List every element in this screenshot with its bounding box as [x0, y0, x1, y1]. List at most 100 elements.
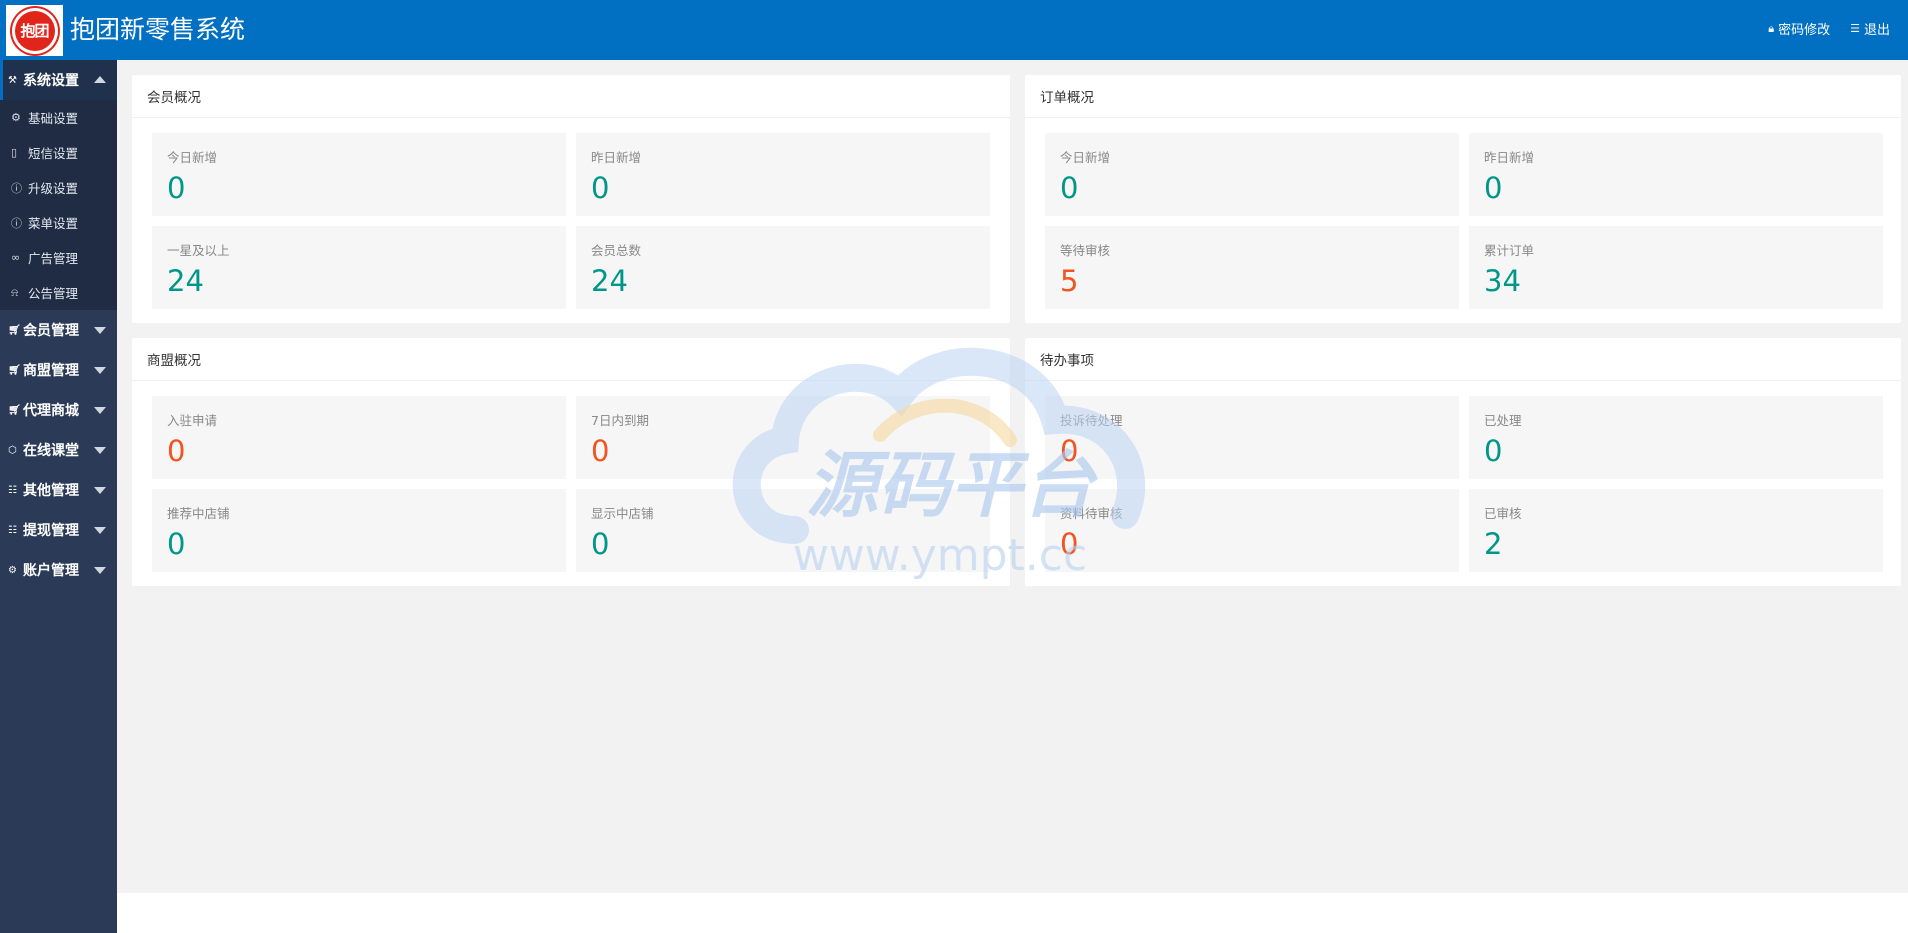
nav-label: 在线课堂 [23, 443, 79, 459]
menu-icon: ☰ [1850, 22, 1860, 35]
tools-icon: ⚒ [8, 74, 17, 86]
nav-item-label: 菜单设置 [28, 216, 79, 231]
stat-value: 24 [167, 264, 204, 298]
app-title: 抱团新零售系统 [70, 15, 246, 44]
stat-label: 等待审核 [1060, 243, 1111, 258]
lock-icon: 🔒︎ [1768, 21, 1775, 35]
top-header: 抱团 抱团新零售系统 🔒︎ 密码修改 ☰ 退出 [0, 0, 1908, 60]
nav-item-ad-management[interactable]: ∞ 广告管理 [0, 240, 117, 275]
stat-value: 0 [1060, 434, 1079, 468]
nav-label: 提现管理 [23, 523, 79, 539]
doc-icon: ☷ [8, 524, 17, 536]
stat-label: 资料待审核 [1060, 506, 1123, 521]
stat-value: 0 [591, 527, 610, 561]
nav-item-sms-settings[interactable]: ▯ 短信设置 [0, 135, 117, 170]
stat-value: 0 [167, 434, 186, 468]
footer-area [117, 893, 1908, 933]
cube-icon: ⬡ [8, 444, 17, 456]
change-password-link[interactable]: 🔒︎ 密码修改 [1768, 19, 1831, 39]
nav-label: 商盟管理 [23, 363, 79, 379]
stat-value: 0 [1060, 171, 1079, 205]
nav-other-management[interactable]: ☷ 其他管理 [0, 470, 117, 510]
panel-title: 订单概况 [1025, 75, 1901, 118]
stat-value: 0 [591, 171, 610, 205]
gear-icon: ⚙ [8, 564, 17, 576]
stat-label: 推荐中店铺 [167, 506, 230, 521]
nav-member-management[interactable]: 🛒︎ 会员管理 [0, 310, 117, 350]
panel-title: 待办事项 [1025, 338, 1901, 381]
stat-card: 7日内到期 0 [576, 396, 990, 479]
cart-icon: 🛒︎ [8, 364, 21, 376]
chevron-down-icon [94, 367, 106, 374]
nav-item-notice-management[interactable]: ⍾ 公告管理 [0, 275, 117, 310]
chevron-down-icon [94, 407, 106, 414]
upgrade-icon: ⓘ [11, 181, 22, 195]
stat-label: 会员总数 [591, 243, 642, 258]
nav-item-basic-settings[interactable]: ⚙ 基础设置 [0, 100, 117, 135]
panel-title: 会员概况 [132, 75, 1010, 118]
panel-todo: 待办事项 投诉待处理 0 已处理 0 资料待审核 0 已审核 2 [1025, 338, 1901, 586]
nav-item-label: 基础设置 [28, 111, 79, 126]
chevron-down-icon [94, 567, 106, 574]
change-password-label: 密码修改 [1778, 23, 1831, 38]
nav-withdraw-management[interactable]: ☷ 提现管理 [0, 510, 117, 550]
stat-label: 入驻申请 [167, 413, 218, 428]
nav-online-classroom[interactable]: ⬡ 在线课堂 [0, 430, 117, 470]
nav-item-label: 公告管理 [28, 286, 79, 301]
stat-label: 昨日新增 [1484, 150, 1535, 165]
doc-icon: ☷ [8, 484, 17, 496]
nav-agent-mall[interactable]: 🛒︎ 代理商城 [0, 390, 117, 430]
stat-value: 0 [1484, 171, 1503, 205]
nav-submenu-system-settings: ⚙ 基础设置 ▯ 短信设置 ⓘ 升级设置 ⓘ 菜单设置 ∞ 广告管理 ⍾ 公告管… [0, 100, 117, 310]
nav-label: 系统设置 [23, 73, 79, 89]
stat-card: 累计订单 34 [1469, 226, 1883, 309]
stat-value: 34 [1484, 264, 1521, 298]
stat-value: 0 [167, 527, 186, 561]
stat-card: 昨日新增 0 [1469, 133, 1883, 216]
nav-item-label: 短信设置 [28, 146, 79, 161]
nav-item-menu-settings[interactable]: ⓘ 菜单设置 [0, 205, 117, 240]
logo[interactable]: 抱团 [6, 5, 63, 56]
stat-value: 0 [1484, 434, 1503, 468]
stat-card: 已处理 0 [1469, 396, 1883, 479]
nav-item-label: 升级设置 [28, 181, 79, 196]
stat-value: 0 [1060, 527, 1079, 561]
chevron-down-icon [94, 327, 106, 334]
nav-label: 账户管理 [23, 563, 79, 579]
stat-card: 投诉待处理 0 [1045, 396, 1459, 479]
stat-label: 今日新增 [1060, 150, 1111, 165]
logout-label: 退出 [1863, 23, 1890, 38]
chevron-down-icon [94, 527, 106, 534]
nav-system-settings[interactable]: ⚒ 系统设置 [0, 60, 117, 100]
nav-item-label: 广告管理 [28, 251, 79, 266]
sidebar: ⚒ 系统设置 ⚙ 基础设置 ▯ 短信设置 ⓘ 升级设置 ⓘ 菜单设置 ∞ 广告管… [0, 60, 117, 933]
stat-card: 已审核 2 [1469, 489, 1883, 572]
cart-icon: 🛒︎ [8, 324, 21, 336]
stat-label: 显示中店铺 [591, 506, 654, 521]
upgrade-icon: ⓘ [11, 216, 22, 230]
nav-account-management[interactable]: ⚙ 账户管理 [0, 550, 117, 590]
stat-value: 0 [591, 434, 610, 468]
phone-icon: ▯ [11, 146, 18, 159]
nav-item-upgrade-settings[interactable]: ⓘ 升级设置 [0, 170, 117, 205]
bell-icon: ⍾ [11, 285, 19, 299]
gear-icon: ⚙ [11, 111, 21, 124]
stat-label: 一星及以上 [167, 243, 230, 258]
stat-label: 累计订单 [1484, 243, 1535, 258]
stat-label: 已处理 [1484, 413, 1522, 428]
panel-order-overview: 订单概况 今日新增 0 昨日新增 0 等待审核 5 累计订单 34 [1025, 75, 1901, 323]
link-icon: ∞ [11, 251, 21, 264]
stat-label: 投诉待处理 [1060, 413, 1123, 428]
logout-link[interactable]: ☰ 退出 [1850, 19, 1890, 38]
stat-label: 今日新增 [167, 150, 218, 165]
panel-title: 商盟概况 [132, 338, 1010, 381]
chevron-up-icon [94, 76, 106, 83]
stat-card: 推荐中店铺 0 [152, 489, 566, 572]
nav-label: 其他管理 [23, 483, 79, 499]
header-actions: 🔒︎ 密码修改 ☰ 退出 [1768, 19, 1890, 39]
stat-card: 资料待审核 0 [1045, 489, 1459, 572]
stat-value: 24 [591, 264, 628, 298]
nav-alliance-management[interactable]: 🛒︎ 商盟管理 [0, 350, 117, 390]
stat-value: 0 [167, 171, 186, 205]
stat-label: 已审核 [1484, 506, 1522, 521]
